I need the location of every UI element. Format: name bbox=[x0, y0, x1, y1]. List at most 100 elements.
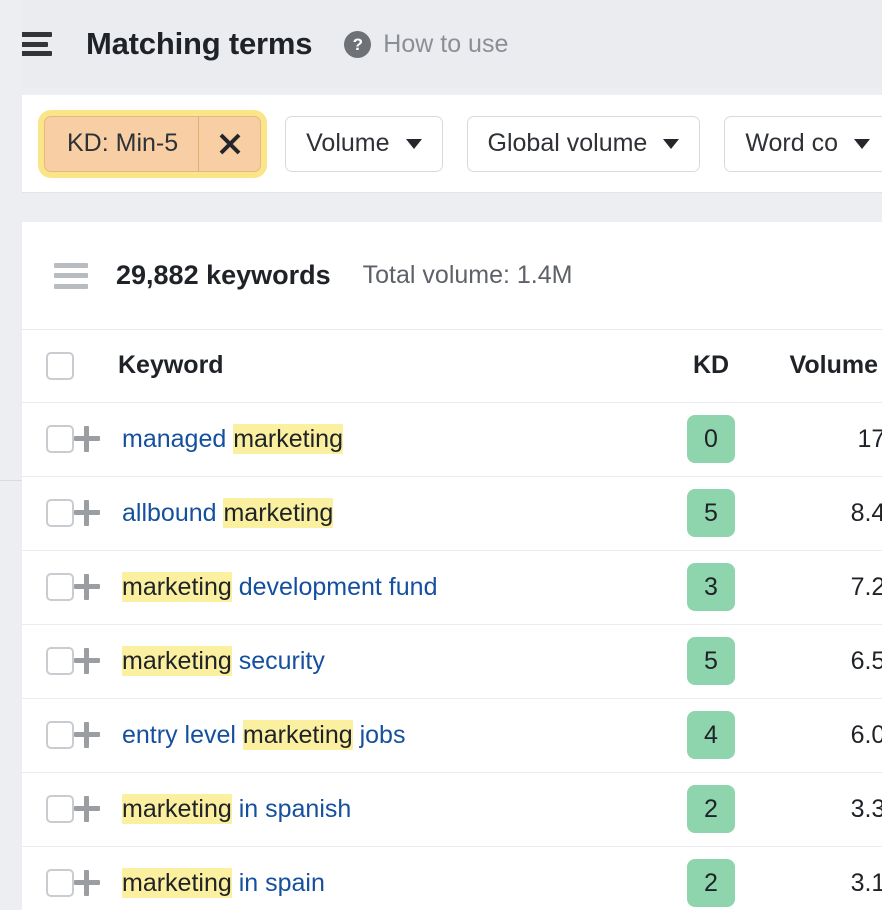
total-volume: Total volume: 1.4M bbox=[363, 261, 573, 290]
table-row[interactable]: allbound marketing58.4K bbox=[22, 476, 882, 550]
page-header: Matching terms ? How to use bbox=[0, 0, 882, 88]
left-gutter bbox=[0, 0, 22, 910]
table-body: managed marketing 0 17K allbound marketing 5… bbox=[22, 402, 882, 910]
volume-cell: 6.5K bbox=[764, 624, 882, 698]
kd-cell: 0 bbox=[658, 402, 764, 476]
table-row[interactable]: marketing development fund37.2K bbox=[22, 550, 882, 624]
row-add-cell bbox=[74, 846, 118, 910]
row-checkbox[interactable] bbox=[46, 721, 74, 749]
column-header-keyword[interactable]: Keyword bbox=[118, 330, 658, 402]
plus-icon[interactable] bbox=[74, 796, 100, 822]
keyword-cell: marketing development fund bbox=[118, 550, 658, 624]
keyword-count: 29,882 keywords bbox=[116, 260, 331, 291]
select-all-checkbox[interactable] bbox=[46, 352, 74, 380]
row-select-cell bbox=[22, 772, 74, 846]
row-checkbox[interactable] bbox=[46, 425, 74, 453]
filter-bar: KD: Min-5 Volume Global volume Word co bbox=[22, 95, 882, 193]
kd-cell: 2 bbox=[658, 846, 764, 910]
keyword-highlight: marketing bbox=[243, 720, 353, 750]
matching-terms-page: Matching terms ? How to use KD: Min-5 Vo… bbox=[0, 0, 882, 910]
keyword-link[interactable]: marketing development fund bbox=[118, 573, 437, 601]
row-add-cell bbox=[74, 402, 118, 476]
hamburger-bar bbox=[18, 42, 48, 47]
keyword-cell: entry level marketing jobs bbox=[118, 698, 658, 772]
keyword-cell: marketing security bbox=[118, 624, 658, 698]
filter-button-volume[interactable]: Volume bbox=[285, 116, 442, 172]
row-add-cell bbox=[74, 772, 118, 846]
question-mark-icon: ? bbox=[344, 31, 371, 58]
gutter-divider bbox=[0, 480, 22, 481]
keyword-cell: managed marketing bbox=[118, 402, 658, 476]
chevron-down-icon bbox=[663, 139, 679, 149]
table-row[interactable]: marketing security 56.5K bbox=[22, 624, 882, 698]
filter-button-label: Global volume bbox=[488, 129, 648, 158]
keywords-panel: 29,882 keywords Total volume: 1.4M Keywo… bbox=[22, 222, 882, 910]
row-select-cell bbox=[22, 624, 74, 698]
keyword-link[interactable]: marketing in spain bbox=[118, 869, 325, 897]
list-bar bbox=[54, 273, 88, 278]
plus-icon[interactable] bbox=[74, 722, 100, 748]
chevron-down-icon bbox=[406, 139, 422, 149]
expand-column-header bbox=[74, 330, 118, 402]
keyword-highlight: marketing bbox=[122, 794, 232, 824]
table-row[interactable]: managed marketing 0 17K bbox=[22, 402, 882, 476]
row-checkbox[interactable] bbox=[46, 647, 74, 675]
row-checkbox[interactable] bbox=[46, 499, 74, 527]
column-header-volume-label: Volume bbox=[790, 351, 878, 380]
select-all-cell bbox=[22, 330, 74, 402]
chevron-down-icon bbox=[854, 139, 870, 149]
row-select-cell bbox=[22, 846, 74, 910]
filter-chip-kd[interactable]: KD: Min-5 bbox=[44, 116, 261, 172]
table-row[interactable]: marketing in spain 2 3.1K bbox=[22, 846, 882, 910]
volume-cell: 17K bbox=[764, 402, 882, 476]
kd-cell: 5 bbox=[658, 624, 764, 698]
how-to-use-link[interactable]: ? How to use bbox=[344, 30, 508, 59]
filter-button-global-volume[interactable]: Global volume bbox=[467, 116, 701, 172]
list-icon[interactable] bbox=[54, 263, 88, 289]
plus-icon[interactable] bbox=[74, 648, 100, 674]
row-add-cell bbox=[74, 624, 118, 698]
page-title: Matching terms bbox=[86, 26, 312, 62]
keywords-summary: 29,882 keywords Total volume: 1.4M bbox=[22, 222, 882, 330]
plus-icon[interactable] bbox=[74, 426, 100, 452]
table-row[interactable]: marketing in spanish23.3K bbox=[22, 772, 882, 846]
volume-cell: 3.1K bbox=[764, 846, 882, 910]
kd-badge: 0 bbox=[687, 415, 735, 463]
close-icon[interactable] bbox=[198, 117, 260, 171]
list-bar bbox=[54, 263, 88, 268]
filter-button-word-count[interactable]: Word co bbox=[724, 116, 882, 172]
keyword-link[interactable]: entry level marketing jobs bbox=[118, 721, 405, 749]
hamburger-bar bbox=[18, 32, 52, 37]
keyword-highlight: marketing bbox=[122, 646, 232, 676]
hamburger-icon[interactable] bbox=[18, 29, 56, 59]
kd-badge: 3 bbox=[687, 563, 735, 611]
keyword-cell: marketing in spain bbox=[118, 846, 658, 910]
plus-icon[interactable] bbox=[74, 500, 100, 526]
row-select-cell bbox=[22, 402, 74, 476]
how-to-use-label: How to use bbox=[383, 30, 508, 59]
keyword-link[interactable]: marketing in spanish bbox=[118, 795, 351, 823]
row-select-cell bbox=[22, 698, 74, 772]
kd-badge: 5 bbox=[687, 489, 735, 537]
table-row[interactable]: entry level marketing jobs46.0K bbox=[22, 698, 882, 772]
keyword-link[interactable]: allbound marketing bbox=[118, 499, 333, 527]
keyword-link[interactable]: marketing security bbox=[118, 647, 325, 675]
kd-cell: 2 bbox=[658, 772, 764, 846]
column-header-kd[interactable]: KD bbox=[658, 330, 764, 402]
kd-cell: 5 bbox=[658, 476, 764, 550]
plus-icon[interactable] bbox=[74, 870, 100, 896]
keyword-highlight: marketing bbox=[122, 572, 232, 602]
row-select-cell bbox=[22, 550, 74, 624]
kd-cell: 3 bbox=[658, 550, 764, 624]
row-select-cell bbox=[22, 476, 74, 550]
table-header: Keyword KD Volume bbox=[22, 330, 882, 402]
column-header-volume[interactable]: Volume bbox=[764, 330, 882, 402]
keyword-link[interactable]: managed marketing bbox=[118, 425, 343, 453]
row-checkbox[interactable] bbox=[46, 795, 74, 823]
row-checkbox[interactable] bbox=[46, 573, 74, 601]
plus-icon[interactable] bbox=[74, 574, 100, 600]
row-add-cell bbox=[74, 550, 118, 624]
row-add-cell bbox=[74, 698, 118, 772]
kd-badge: 2 bbox=[687, 859, 735, 907]
row-checkbox[interactable] bbox=[46, 869, 74, 897]
